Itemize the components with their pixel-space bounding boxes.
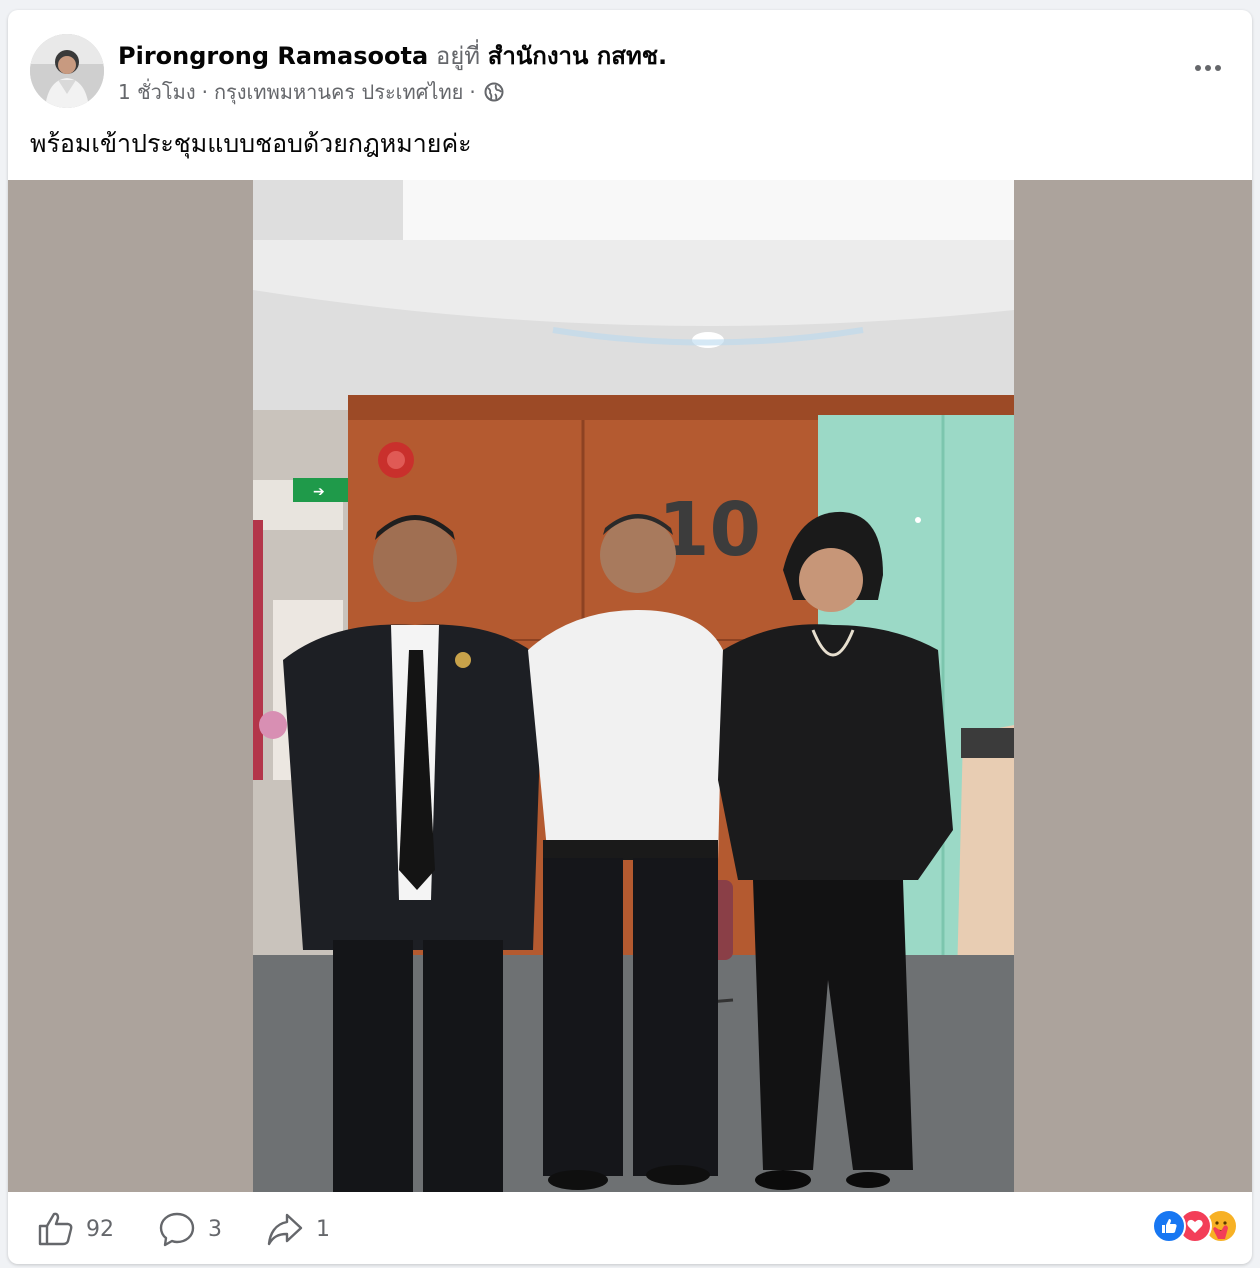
comment-count: 3 — [208, 1216, 222, 1242]
at-label: อยู่ที่ — [435, 42, 481, 70]
post-timestamp[interactable]: 1 ชั่วโมง — [118, 76, 196, 108]
svg-text:➔: ➔ — [313, 484, 325, 500]
comment-button[interactable]: 3 — [158, 1210, 222, 1248]
meta-separator: · — [469, 80, 476, 104]
thumbs-up-icon — [36, 1210, 74, 1248]
globe-icon[interactable] — [484, 82, 504, 102]
meta-separator: · — [201, 80, 208, 104]
author-name[interactable]: Pirongrong Ramasoota — [118, 42, 428, 70]
post-photo[interactable]: ➔ 10 — [253, 180, 1014, 1192]
like-count: 92 — [86, 1216, 114, 1242]
post-card: Pirongrong Ramasoota อยู่ที่ สำนักงาน กส… — [8, 10, 1252, 1264]
more-dot-icon — [1205, 65, 1211, 71]
comment-icon — [158, 1210, 196, 1248]
author-avatar[interactable] — [30, 34, 104, 108]
post-location[interactable]: กรุงเทพมหานคร ประเทศไทย — [214, 76, 463, 108]
post-meta: 1 ชั่วโมง · กรุงเทพมหานคร ประเทศไทย · — [118, 76, 504, 108]
more-dot-icon — [1215, 65, 1221, 71]
author-line: Pirongrong Ramasoota อยู่ที่ สำนักงาน กส… — [118, 36, 667, 75]
like-button[interactable]: 92 — [36, 1210, 114, 1248]
checkin-place[interactable]: สำนักงาน กสทช. — [488, 42, 667, 70]
share-icon — [266, 1210, 304, 1248]
like-reaction-icon — [1152, 1209, 1186, 1243]
post-action-bar: 92 3 1 — [8, 1192, 1252, 1264]
post-media[interactable]: ➔ 10 — [8, 180, 1252, 1192]
post-message: พร้อมเข้าประชุมแบบชอบด้วยกฎหมายค่ะ — [30, 129, 472, 158]
share-count: 1 — [316, 1216, 330, 1242]
more-dot-icon — [1195, 65, 1201, 71]
more-options-button[interactable] — [1188, 56, 1228, 80]
share-button[interactable]: 1 — [266, 1210, 330, 1248]
reaction-summary[interactable] — [1152, 1208, 1238, 1244]
